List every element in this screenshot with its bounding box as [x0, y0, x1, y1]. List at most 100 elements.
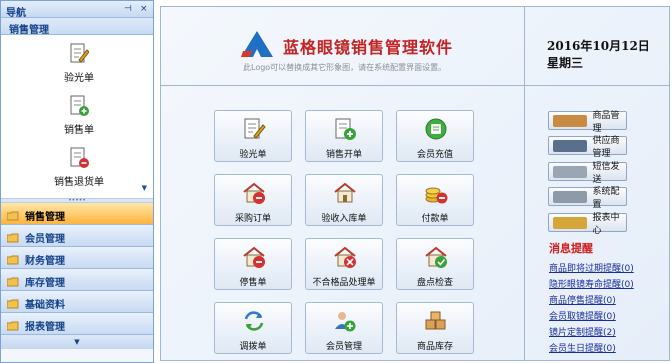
module-finance[interactable]: 财务管理 — [1, 247, 153, 269]
alert-link-lens-custom[interactable]: 镜片定制提醒(2) — [549, 325, 616, 338]
logo-note: 此Logo可以替换成其它形象图，请在系统配置界面设置。 — [243, 63, 447, 72]
folder-icon — [7, 321, 19, 330]
module-label: 报表管理 — [25, 322, 65, 333]
sales-order-icon — [335, 118, 356, 140]
report-icon — [553, 216, 587, 229]
nav-header: 导航 ⊣ × — [1, 1, 153, 19]
alert-link-birthday[interactable]: 会员生日提醒(0) — [549, 341, 616, 354]
alert-link-stop-sale[interactable]: 商品停售提醒(0) — [549, 293, 616, 306]
folder-icon — [7, 211, 19, 220]
tile-label: 会员管理 — [325, 342, 362, 352]
module-sales[interactable]: 销售管理 — [1, 203, 153, 225]
tile-label: 销售开单 — [325, 150, 362, 160]
tile-eye-exam[interactable]: 验光单 — [214, 110, 292, 162]
supplier-icon — [553, 139, 587, 152]
module-label: 财务管理 — [25, 256, 65, 267]
current-date: 2016年10月12日 — [547, 39, 650, 53]
report-center-button[interactable]: 报表中心 — [548, 213, 627, 236]
sms-icon — [553, 165, 587, 178]
tile-purchase-order[interactable]: 采购订单 — [214, 174, 292, 226]
sms-send-button[interactable]: 短信发送 — [548, 162, 627, 185]
defective-icon — [334, 246, 356, 268]
folder-icon — [7, 233, 19, 242]
tile-sales-order[interactable]: 销售开单 — [305, 110, 383, 162]
divider — [161, 85, 669, 86]
current-weekday: 星期三 — [547, 56, 584, 70]
button-label: 短信发送 — [592, 161, 620, 185]
transfer-icon — [244, 311, 264, 331]
product-management-button[interactable]: 商品管理 — [548, 111, 627, 134]
tile-transfer[interactable]: 调拨单 — [214, 302, 292, 354]
tile-label: 调拨单 — [239, 342, 267, 352]
tile-stop-sale[interactable]: 停售单 — [214, 238, 292, 290]
divider — [524, 7, 525, 360]
alert-link-pickup[interactable]: 会员取镜提醒(0) — [549, 309, 616, 322]
supplier-management-button[interactable]: 供应商管理 — [548, 136, 627, 159]
alert-link-expiring[interactable]: 商品即将过期提醒(0) — [549, 261, 634, 274]
folder-icon — [7, 277, 19, 286]
tile-receiving[interactable]: 验收入库单 — [305, 174, 383, 226]
module-reports[interactable]: 报表管理 — [1, 313, 153, 335]
button-label: 系统配置 — [592, 186, 620, 210]
member-manage-icon — [335, 312, 356, 332]
sales-return-doc-icon — [70, 147, 89, 168]
tile-inventory-check[interactable]: 盘点检查 — [396, 238, 474, 290]
nav-item-sales[interactable]: 销售单 — [41, 95, 117, 136]
member-recharge-icon — [425, 118, 447, 140]
nav-item-sales-return[interactable]: 销售退货单 — [41, 147, 117, 188]
sales-doc-icon — [70, 95, 89, 116]
product-icon — [553, 114, 587, 127]
nav-title: 导航 — [6, 8, 26, 19]
tile-label: 验光单 — [239, 150, 267, 160]
tile-label: 不合格品处理单 — [312, 278, 376, 288]
module-label: 库存管理 — [25, 278, 65, 289]
tile-label: 付款单 — [421, 214, 449, 224]
tile-label: 商品库存 — [416, 342, 453, 352]
nav-item-label: 验光单 — [64, 73, 94, 84]
product-stock-icon — [425, 311, 446, 330]
nav-item-list: 验光单 销售单 销售退货单 ▼ — [1, 35, 153, 198]
eye-exam-doc-icon — [70, 43, 89, 63]
button-label: 报表中心 — [592, 212, 620, 236]
module-overflow-button[interactable]: ▼ — [1, 335, 153, 349]
pin-icon[interactable]: ⊣ — [124, 4, 132, 14]
tile-label: 验收入库单 — [321, 214, 367, 224]
nav-item-eye-exam[interactable]: 验光单 — [41, 43, 117, 84]
stop-sale-icon — [243, 246, 265, 268]
receiving-icon — [334, 182, 356, 203]
module-member[interactable]: 会员管理 — [1, 225, 153, 247]
alert-link-contact-lens[interactable]: 隐形眼镜寿命提醒(0) — [549, 277, 634, 290]
inventory-check-icon — [425, 246, 447, 268]
tile-defective[interactable]: 不合格品处理单 — [305, 238, 383, 290]
payment-icon — [425, 187, 448, 204]
tile-member-recharge[interactable]: 会员充值 — [396, 110, 474, 162]
tile-member-manage[interactable]: 会员管理 — [305, 302, 383, 354]
tile-payment[interactable]: 付款单 — [396, 174, 474, 226]
nav-panel: 导航 ⊣ × 销售管理 验光单 销售单 销售退货单 ▼ ••••• 销售管理 会… — [0, 0, 154, 363]
module-label: 基础资料 — [25, 300, 65, 311]
tile-label: 会员充值 — [416, 150, 453, 160]
brand-logo-icon — [241, 31, 273, 57]
system-config-button[interactable]: 系统配置 — [548, 187, 627, 210]
folder-icon — [7, 299, 19, 308]
module-inventory[interactable]: 库存管理 — [1, 269, 153, 291]
module-basic-data[interactable]: 基础资料 — [1, 291, 153, 313]
nav-item-label: 销售单 — [64, 125, 94, 136]
logo-banner: 蓝格眼镜销售管理软件 此Logo可以替换成其它形象图，请在系统配置界面设置。 — [161, 7, 524, 85]
settings-icon — [553, 190, 587, 203]
scroll-down-icon[interactable]: ▼ — [142, 184, 147, 192]
button-label: 商品管理 — [592, 110, 620, 134]
tile-product-stock[interactable]: 商品库存 — [396, 302, 474, 354]
folder-icon — [7, 255, 19, 264]
eye-exam-doc-icon — [244, 118, 266, 139]
button-label: 供应商管理 — [592, 135, 620, 159]
alerts-title: 消息提醒 — [549, 242, 593, 255]
home-dashboard: 蓝格眼镜销售管理软件 此Logo可以替换成其它形象图，请在系统配置界面设置。 2… — [160, 6, 670, 361]
app-title: 蓝格眼镜销售管理软件 — [283, 38, 454, 57]
app-window: 导航 ⊣ × 销售管理 验光单 销售单 销售退货单 ▼ ••••• 销售管理 会… — [0, 0, 672, 363]
nav-item-label: 销售退货单 — [54, 177, 104, 188]
close-icon[interactable]: × — [140, 4, 148, 14]
tile-label: 采购订单 — [234, 214, 271, 224]
module-label: 会员管理 — [25, 234, 65, 245]
module-label: 销售管理 — [25, 212, 65, 223]
